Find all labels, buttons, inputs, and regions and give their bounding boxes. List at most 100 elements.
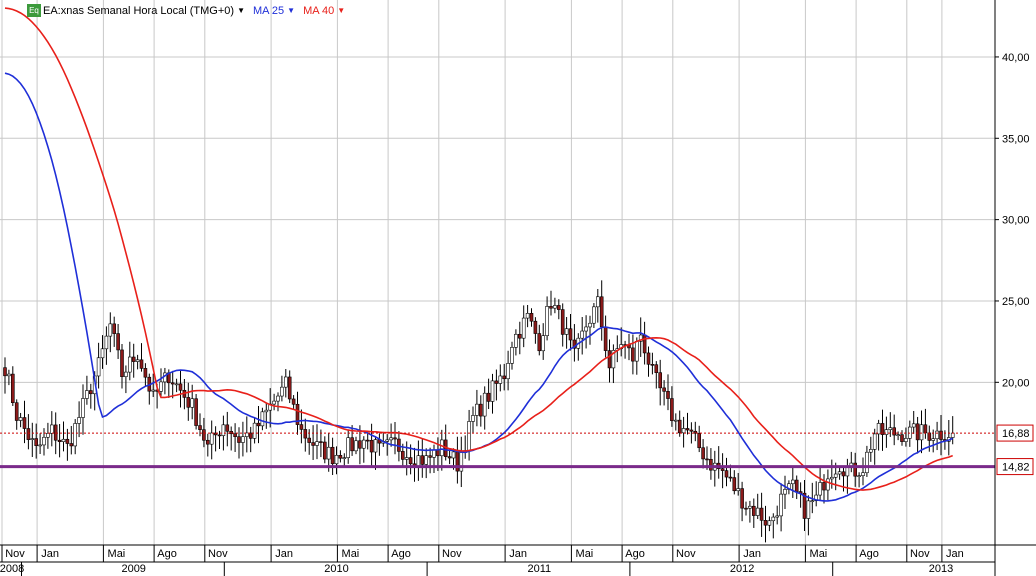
candle-body <box>233 433 237 437</box>
candle-body <box>112 323 116 334</box>
ma25-dropdown-icon[interactable]: ▼ <box>287 6 295 15</box>
candle-body <box>580 330 585 339</box>
candle-body <box>159 381 163 392</box>
candle-body <box>190 398 194 408</box>
candle-body <box>845 466 850 477</box>
candle-body <box>861 472 865 476</box>
candle-body <box>498 375 503 384</box>
candle-body <box>393 437 397 440</box>
chart-axes: 40,00 35,00 30,00 25,00 20,00 16,88 14,82 Nov Ja… <box>0 0 1036 576</box>
candle-body <box>806 500 811 519</box>
candle-body <box>283 376 288 388</box>
year-label: 2008 <box>0 563 24 575</box>
candle-body <box>654 364 659 373</box>
candle-body <box>128 356 132 373</box>
month-label: Jan <box>743 548 761 560</box>
candle-body <box>950 432 955 438</box>
month-label: Jan <box>946 548 964 560</box>
candle-body <box>22 417 27 429</box>
month-label: Nov <box>910 548 930 560</box>
candle-body <box>420 455 425 465</box>
candle-body <box>779 493 783 517</box>
y-tick-label: 40,00 <box>1002 52 1030 64</box>
candle-body <box>400 451 405 460</box>
candle-body <box>287 376 292 400</box>
candle-body <box>198 425 202 430</box>
candle-body <box>361 439 366 449</box>
candle-body <box>494 380 499 384</box>
candle-body <box>728 476 733 479</box>
candle-body <box>822 482 826 491</box>
ma25-label[interactable]: MA 25 <box>253 5 284 17</box>
candle-body <box>467 421 471 451</box>
instrument-label[interactable]: EA:xnas Semanal Hora Local (TMG+0) <box>43 5 234 17</box>
candle-body <box>595 296 600 308</box>
candle-body <box>783 489 787 495</box>
candle-body <box>689 429 694 432</box>
candle-body <box>264 409 269 413</box>
ma40-line <box>4 7 953 491</box>
candle-body <box>537 333 542 352</box>
candle-body <box>478 403 483 417</box>
candle-body <box>7 373 11 377</box>
y-tick-label: 35,00 <box>1002 133 1030 145</box>
candle-body <box>915 423 920 441</box>
candle-body <box>18 417 23 421</box>
candle-body <box>248 432 253 439</box>
candle-body <box>876 423 881 435</box>
candle-body <box>194 398 198 426</box>
candle-body <box>681 428 686 434</box>
candle-body <box>38 444 42 447</box>
candle-body <box>389 437 393 441</box>
candle-body <box>736 488 741 492</box>
candle-body <box>896 434 900 437</box>
month-label: Nov <box>5 548 25 560</box>
month-label: Ago <box>625 548 645 560</box>
candle-body <box>131 356 136 362</box>
ma40-label[interactable]: MA 40 <box>303 5 334 17</box>
ma40-dropdown-icon[interactable]: ▼ <box>337 6 345 15</box>
candle-body <box>529 313 534 322</box>
candle-body <box>291 398 296 405</box>
candle-body <box>560 309 565 335</box>
candle-body <box>502 375 507 380</box>
candle-body <box>346 437 351 458</box>
candle-body <box>178 383 183 391</box>
last-price-tag-text: 16,88 <box>1002 428 1030 440</box>
price-chart: 40,00 35,00 30,00 25,00 20,00 16,88 14,82 Nov Ja… <box>0 0 1036 576</box>
candle-body <box>322 441 327 460</box>
month-label: Ago <box>859 548 879 560</box>
instrument-dropdown-icon[interactable]: ▼ <box>237 6 245 15</box>
y-tick-label: 25,00 <box>1002 296 1030 308</box>
candle-body <box>514 333 518 348</box>
candle-body <box>763 520 768 526</box>
candle-body <box>709 458 713 471</box>
candle-body <box>116 333 120 351</box>
candle-body <box>556 305 561 310</box>
candle-body <box>724 470 729 478</box>
candle-body <box>553 305 557 309</box>
candle-body <box>872 433 877 450</box>
candle-body <box>673 419 678 422</box>
candle-body <box>385 439 390 442</box>
candle-body <box>900 434 904 442</box>
candle-body <box>666 391 670 399</box>
moving-average-lines <box>4 7 954 502</box>
candle-body <box>11 373 15 403</box>
candle-body <box>303 429 308 439</box>
month-label: Mai <box>810 548 828 560</box>
chart-gridlines <box>0 0 995 545</box>
chart-legend: Eq EA:xnas Semanal Hora Local (TMG+0) ▼ … <box>27 3 353 18</box>
candle-body <box>124 371 128 377</box>
month-label: Mai <box>342 548 360 560</box>
candle-body <box>658 372 663 389</box>
candle-body <box>927 432 932 441</box>
candle-body <box>373 439 378 453</box>
candle-body <box>120 349 124 377</box>
equity-badge: Eq <box>27 4 41 17</box>
candle-body <box>404 457 409 460</box>
candle-body <box>186 397 191 408</box>
candle-body <box>151 389 155 392</box>
candle-body <box>748 505 752 509</box>
candle-body <box>771 516 776 522</box>
